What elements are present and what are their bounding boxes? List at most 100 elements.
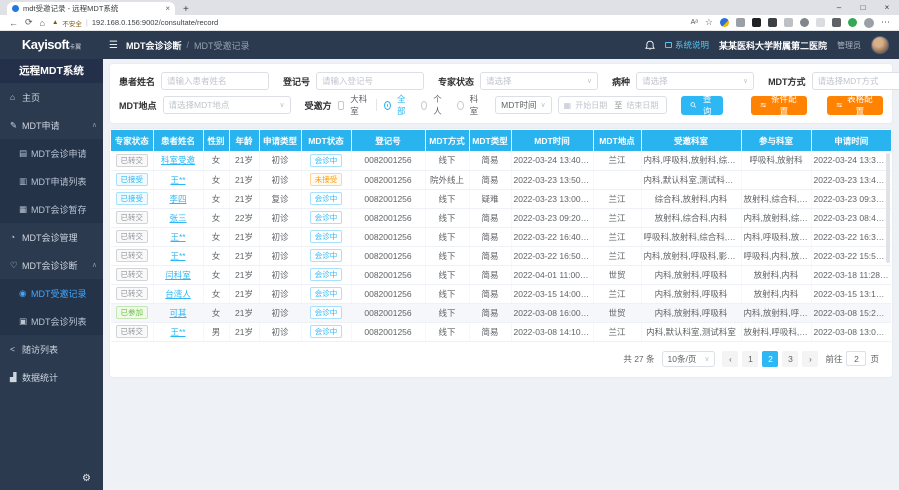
goto-page-input[interactable]: 2	[846, 351, 866, 366]
more-icon[interactable]: ⋯	[881, 17, 890, 28]
radio-all[interactable]	[384, 101, 391, 110]
radio-personal[interactable]	[421, 101, 428, 110]
patient-name-link[interactable]: 台湾人	[165, 289, 191, 299]
back-icon[interactable]: ←	[9, 18, 18, 28]
sidebar-item-data-stats[interactable]: ▟数据统计	[0, 363, 103, 391]
condition-config-button[interactable]: 条件配置	[751, 96, 807, 115]
records-table: 专家状态患者姓名性别年龄申请类型MDT状态登记号MDT方式MDT类型MDT时间M…	[111, 130, 891, 342]
sidebar-item-mdt-invite-record[interactable]: ◉MDT受邀记录	[0, 279, 103, 307]
page-button-3[interactable]: 3	[782, 351, 798, 367]
cell-mdt-status: 会诊中	[301, 227, 351, 246]
column-header-invited-depts: 受邀科室	[641, 130, 741, 151]
extension-icon[interactable]	[720, 18, 729, 27]
condition-config-label: 条件配置	[770, 93, 798, 117]
patient-name-link[interactable]: 张三	[169, 213, 186, 223]
browser-tab[interactable]: mdt受邀记录 - 远程MDT系统 ×	[7, 2, 175, 15]
search-button[interactable]: 查询	[681, 96, 723, 115]
mdt-time-select[interactable]: MDT时间 ∨	[495, 96, 552, 114]
mdt-mode-select[interactable]: 请选择MDT方式∨	[812, 72, 899, 90]
cell-invited-depts: 内科,放射科,呼吸科	[641, 284, 741, 303]
user-avatar[interactable]	[871, 36, 889, 54]
patient-name-link[interactable]: 闫科室	[165, 270, 191, 280]
radio-department[interactable]	[457, 101, 464, 110]
table-config-button[interactable]: 表格配置	[827, 96, 883, 115]
cell-invited-depts: 内科,放射科,呼吸科,影像科	[641, 246, 741, 265]
extension-icon[interactable]	[736, 18, 745, 27]
mdt-location-select[interactable]: 请选择MDT地点 ∨	[163, 96, 291, 114]
patient-name-link[interactable]: 王**	[170, 251, 185, 261]
cell-age: 21岁	[229, 284, 259, 303]
patient-name-link[interactable]: 王**	[170, 327, 185, 337]
patient-name-link[interactable]: 王**	[170, 232, 185, 242]
home-nav-icon[interactable]: ⌂	[40, 18, 45, 28]
edit-icon: ✎	[10, 120, 22, 131]
bell-icon[interactable]	[645, 40, 655, 51]
cell-participating-depts: 内科,放射科,综合科	[741, 208, 811, 227]
cell-mdt-mode: 院外线上	[425, 170, 469, 189]
patient-name-link[interactable]: 王**	[170, 175, 185, 185]
date-range-input[interactable]: ▦ 开始日期 至 结束日期	[558, 96, 668, 114]
patient-name-link[interactable]: 可其	[169, 308, 186, 318]
minimize-icon[interactable]: –	[827, 3, 851, 12]
gear-icon[interactable]: ⚙	[82, 473, 91, 484]
sidebar-item-mdt-manage[interactable]: ◔MDT会诊管理	[0, 223, 103, 251]
cell-apply-type: 初诊	[259, 303, 301, 322]
page-size-select[interactable]: 10条/页 ∨	[662, 351, 716, 367]
disease-select[interactable]: 请选择∨	[636, 72, 754, 90]
patient-name-link[interactable]: 科室受邀	[161, 155, 195, 165]
table-row: 已转交张三女22岁初诊会诊中0082001256线下简易2022-03-23 0…	[111, 208, 891, 227]
sidebar-item-mdt-consult-apply[interactable]: ▤MDT会诊申请	[0, 139, 103, 167]
sidebar-item-home[interactable]: ⌂主页	[0, 83, 103, 111]
content-area: 患者姓名请输入患者姓名登记号请输入登记号专家状态请选择∨病种请选择∨MDT方式请…	[103, 59, 899, 490]
page-button-1[interactable]: 1	[742, 351, 758, 367]
patient-name-link[interactable]: 李四	[169, 194, 186, 204]
user-role: 管理员	[837, 40, 861, 51]
extension-icon[interactable]	[848, 18, 857, 27]
reader-icon[interactable]: Aᵃ	[691, 19, 698, 26]
expert-status-badge: 已转交	[116, 230, 149, 243]
page-button-2[interactable]: 2	[762, 351, 778, 367]
cell-register-no: 0082001256	[351, 170, 425, 189]
next-page-button[interactable]: ›	[802, 351, 818, 367]
maximize-icon[interactable]: □	[851, 3, 875, 12]
sidebar: 远程MDT系统 ⌂主页✎MDT申请∧▤MDT会诊申请▥MDT申请列表▦MDT会诊…	[0, 59, 103, 490]
menu-collapse-icon[interactable]: ☰	[109, 40, 118, 51]
cell-invited-depts: 内科,放射科,呼吸科	[641, 265, 741, 284]
table-scrollbar[interactable]	[886, 153, 890, 263]
system-note-link[interactable]: 系统说明	[665, 39, 709, 51]
sidebar-item-mdt-consult-draft[interactable]: ▦MDT会诊暂存	[0, 195, 103, 223]
close-icon[interactable]: ×	[875, 3, 899, 12]
column-header-gender: 性别	[203, 130, 229, 151]
sidebar-item-mdt-consult-list[interactable]: ▣MDT会诊列表	[0, 307, 103, 335]
cell-mdt-time: 2022-03-23 13:00:00	[511, 189, 593, 208]
url-field[interactable]: ▲ 不安全 | 192.168.0.156:9002/consultate/re…	[52, 18, 684, 28]
sidebar-item-mdt-apply-list[interactable]: ▥MDT申请列表	[0, 167, 103, 195]
sidebar-item-follow-up-list[interactable]: <随访列表	[0, 335, 103, 363]
browser-profile-avatar[interactable]	[864, 18, 874, 28]
extension-icon[interactable]	[752, 18, 761, 27]
extension-icon[interactable]	[784, 18, 793, 27]
patient-name-input[interactable]: 请输入患者姓名	[161, 72, 269, 90]
favorite-star-icon[interactable]: ☆	[705, 17, 713, 28]
extension-icon[interactable]	[800, 18, 809, 27]
split-screen-icon[interactable]	[816, 18, 825, 27]
refresh-icon[interactable]: ⟳	[25, 17, 33, 28]
cell-expert-status: 已接受	[111, 189, 153, 208]
major-dept-checkbox[interactable]	[338, 101, 345, 110]
sidebar-item-mdt-apply[interactable]: ✎MDT申请∧	[0, 111, 103, 139]
sidebar-item-mdt-diagnosis[interactable]: ♡MDT会诊诊断∧	[0, 251, 103, 279]
cell-register-no: 0082001256	[351, 265, 425, 284]
register-no-input[interactable]: 请输入登记号	[316, 72, 424, 90]
column-header-expert-status: 专家状态	[111, 130, 153, 151]
radio-department-label: 科室	[470, 93, 482, 117]
tab-close-icon[interactable]: ×	[165, 4, 170, 13]
cell-patient-name: 王**	[153, 170, 203, 189]
cell-mdt-location: 兰江	[593, 208, 641, 227]
extension-icon[interactable]	[768, 18, 777, 27]
extension-icon[interactable]	[832, 18, 841, 27]
prev-page-button[interactable]: ‹	[722, 351, 738, 367]
radio-all-label: 全部	[397, 93, 409, 117]
new-tab-button[interactable]: +	[183, 4, 189, 15]
expert-status-select[interactable]: 请选择∨	[480, 72, 598, 90]
clock-icon: ◔	[10, 232, 22, 242]
